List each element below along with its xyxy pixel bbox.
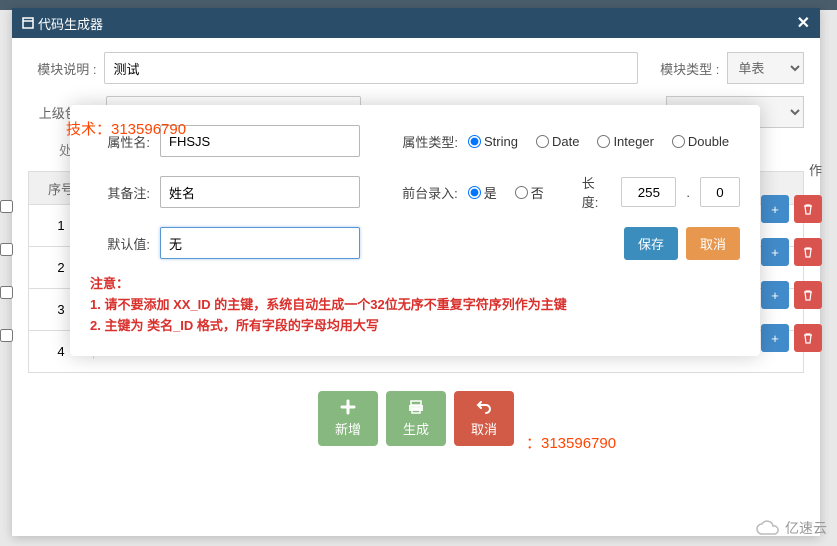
front-input-label: 前台录入: xyxy=(388,183,458,202)
edit-button[interactable]: + xyxy=(761,281,789,309)
add-button[interactable]: 新增 xyxy=(318,391,378,446)
delete-button[interactable] xyxy=(794,324,822,352)
attr-name-input[interactable] xyxy=(160,125,360,157)
undo-icon xyxy=(476,399,492,415)
print-icon xyxy=(408,399,424,415)
actions-col-header: 作 xyxy=(809,160,822,179)
cloud-icon xyxy=(755,519,781,537)
edit-button[interactable]: + xyxy=(761,238,789,266)
save-button[interactable]: 保存 xyxy=(624,227,678,260)
plus-icon: + xyxy=(771,202,779,217)
radio-string[interactable]: String xyxy=(468,134,518,149)
row-checkbox[interactable] xyxy=(0,200,13,213)
attribute-edit-dialog: 属性名: 属性类型: String Date Integer Double 其备… xyxy=(70,105,760,356)
close-icon[interactable]: ✕ xyxy=(797,13,810,33)
radio-no[interactable]: 否 xyxy=(515,183,544,202)
module-desc-label: 模块说明 : xyxy=(28,59,96,78)
delete-button[interactable] xyxy=(794,281,822,309)
default-label: 默认值: xyxy=(90,234,150,253)
tech-overlay-1: 技术：313596790 xyxy=(66,118,186,139)
tech-overlay-2: ：313596790 xyxy=(526,432,616,453)
modal-titlebar: 代码生成器 ✕ xyxy=(12,8,820,38)
row-checkbox[interactable] xyxy=(0,286,13,299)
radio-double[interactable]: Double xyxy=(672,134,729,149)
edit-button[interactable]: + xyxy=(761,195,789,223)
radio-date[interactable]: Date xyxy=(536,134,579,149)
radio-yes[interactable]: 是 xyxy=(468,183,497,202)
remark-label: 其备注: xyxy=(90,183,150,202)
cancel-button[interactable]: 取消 xyxy=(686,227,740,260)
cancel-button[interactable]: 取消 xyxy=(454,391,514,446)
trash-icon xyxy=(802,203,814,215)
row-checkbox[interactable] xyxy=(0,329,13,342)
remark-input[interactable] xyxy=(160,176,360,208)
module-desc-input[interactable] xyxy=(104,52,638,84)
attr-type-label: 属性类型: xyxy=(388,132,458,151)
length-label: 长度: xyxy=(582,173,612,211)
delete-button[interactable] xyxy=(794,238,822,266)
window-icon xyxy=(22,17,34,29)
edit-button[interactable]: + xyxy=(761,324,789,352)
delete-button[interactable] xyxy=(794,195,822,223)
length-input[interactable] xyxy=(621,177,676,207)
default-input[interactable] xyxy=(160,227,360,259)
radio-integer[interactable]: Integer xyxy=(597,134,653,149)
warning-text: 注意： 1. 请不要添加 XX_ID 的主键，系统自动生成一个32位无序不重复字… xyxy=(90,274,740,336)
watermark: 亿速云 xyxy=(755,518,827,538)
modal-title: 代码生成器 xyxy=(38,14,103,33)
module-type-select[interactable]: 单表 xyxy=(727,52,804,84)
plus-icon xyxy=(340,399,356,415)
row-checkbox[interactable] xyxy=(0,243,13,256)
attr-type-radios: String Date Integer Double xyxy=(468,134,729,149)
length-decimal-input[interactable] xyxy=(700,177,740,207)
generate-button[interactable]: 生成 xyxy=(386,391,446,446)
front-input-radios: 是 否 xyxy=(468,183,544,202)
module-type-label: 模块类型 : xyxy=(646,59,719,78)
